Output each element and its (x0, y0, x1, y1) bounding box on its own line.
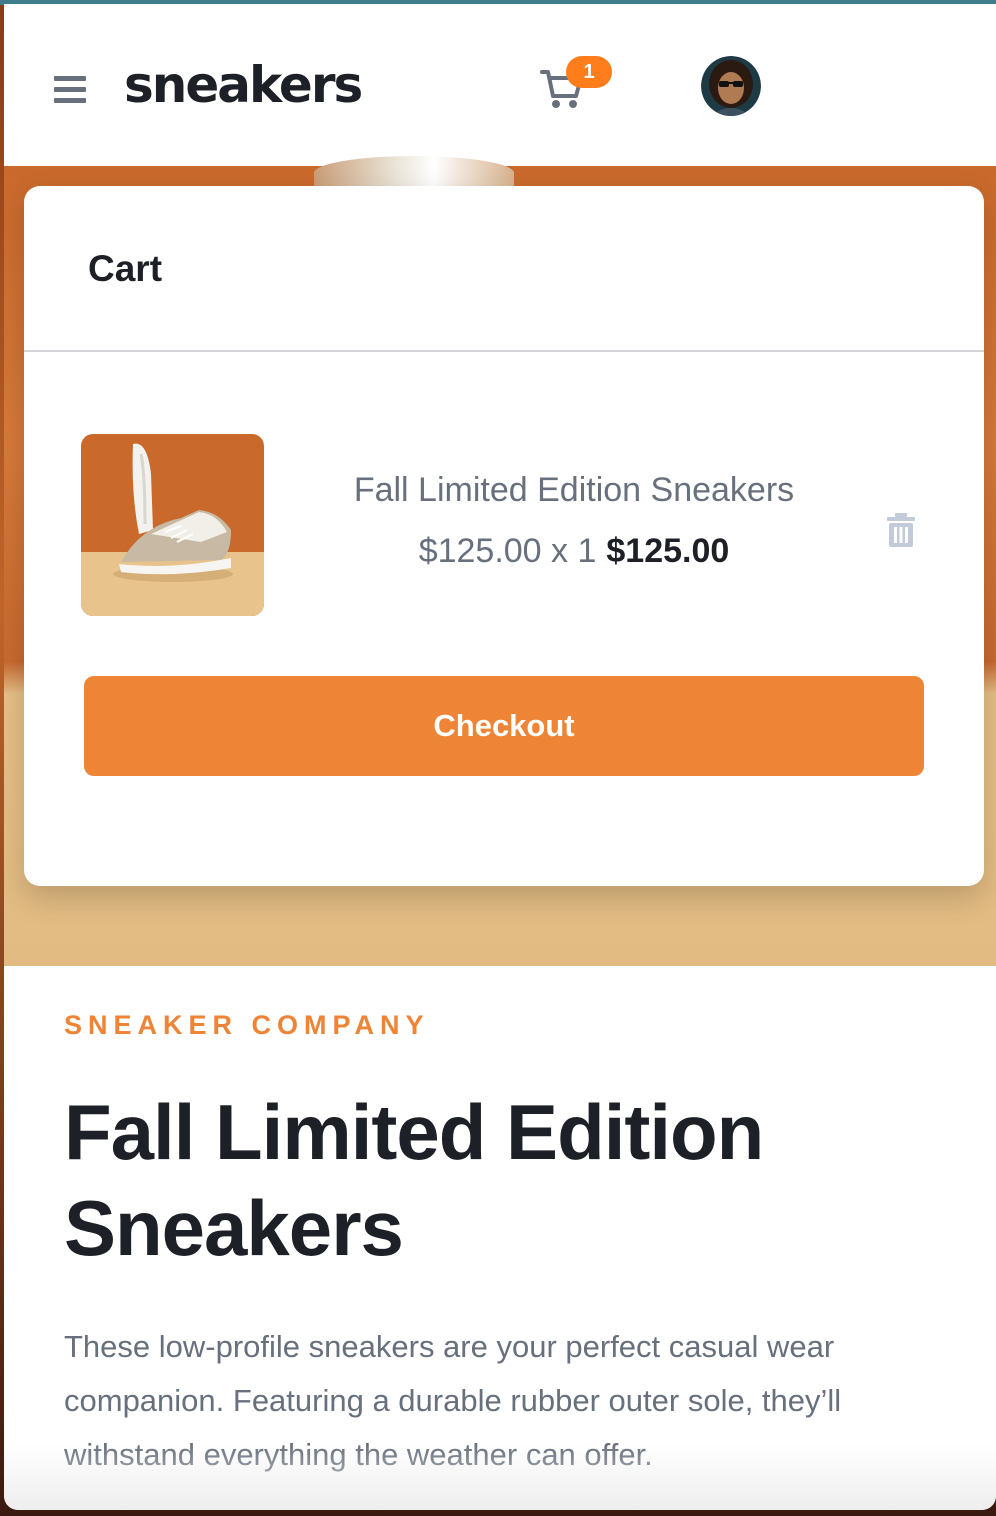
product-title: Fall Limited Edition Sneakers (64, 1088, 764, 1272)
logo[interactable]: sneakers (124, 56, 363, 114)
product-thumbnail[interactable] (81, 434, 264, 616)
checkout-button[interactable]: Checkout (84, 676, 924, 776)
site-header: sneakers 1 (4, 4, 996, 166)
cart-divider (24, 350, 984, 352)
cart-item-total: $125.00 (606, 532, 730, 570)
cart-panel: Cart Fall Limited Edition Sneakers $125.… (24, 186, 984, 886)
hamburger-menu-icon[interactable] (54, 76, 86, 106)
cart-item-unit-quantity: $125.00 x 1 (418, 532, 597, 570)
cart-item-price: $125.00 x 1 $125.00 (324, 532, 824, 571)
cart-item-name: Fall Limited Edition Sneakers (353, 471, 795, 509)
user-avatar[interactable] (701, 56, 761, 116)
trash-icon[interactable] (886, 512, 916, 548)
app-window: sneakers 1 Cart Fall Limited Edition Sne… (4, 4, 996, 1510)
company-label: SNEAKER COMPANY (64, 1010, 430, 1040)
cart-title: Cart (88, 248, 163, 289)
cart-count-badge: 1 (566, 56, 612, 88)
